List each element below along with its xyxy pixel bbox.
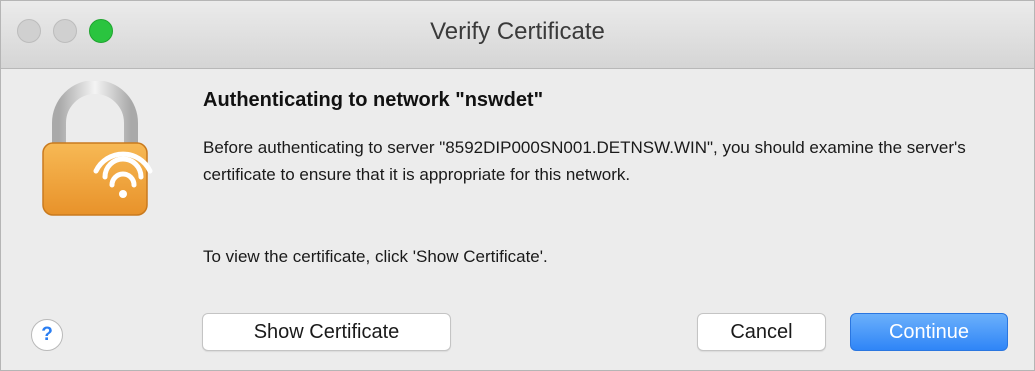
title-bar[interactable]: Verify Certificate bbox=[1, 1, 1034, 69]
show-certificate-button[interactable]: Show Certificate bbox=[202, 313, 451, 351]
question-mark-icon: ? bbox=[41, 324, 53, 345]
window-title: Verify Certificate bbox=[430, 18, 605, 45]
dialog-heading: Authenticating to network "nswdet" bbox=[203, 89, 544, 111]
lock-wifi-icon bbox=[42, 81, 153, 216]
cancel-button[interactable]: Cancel bbox=[697, 313, 826, 351]
continue-button[interactable]: Continue bbox=[850, 313, 1008, 351]
dialog-hint-text: To view the certificate, click 'Show Cer… bbox=[203, 247, 548, 266]
dialog-body-text: Before authenticating to server "8592DIP… bbox=[203, 138, 966, 184]
help-button[interactable]: ? bbox=[31, 319, 63, 351]
certificate-dialog-window: Verify Certificate Authenticating to net… bbox=[0, 0, 1035, 371]
